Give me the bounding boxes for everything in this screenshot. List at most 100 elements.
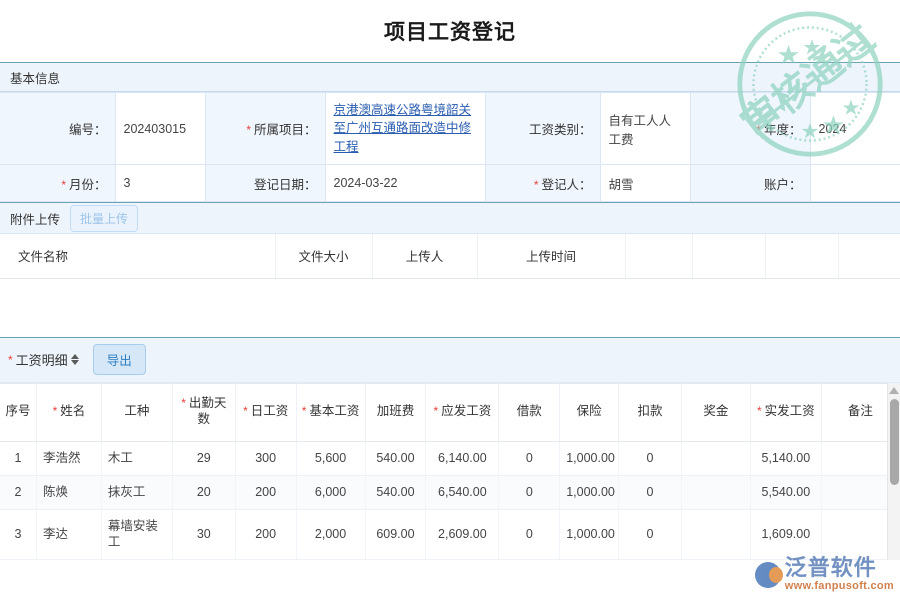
month-value[interactable]: 3 (115, 165, 205, 202)
salary-detail-table: 序号 *姓名 工种 *出勤天数 *日工资 *基本工资 加班费 *应发工资 借款 … (0, 383, 900, 560)
cell-job-type[interactable]: 幕墙安装工 (101, 509, 172, 559)
attachment-col-extra-4 (838, 234, 900, 278)
page-title: 项目工资登记 (384, 16, 516, 46)
cell-daily[interactable]: 200 (235, 509, 296, 559)
col-actual-wage[interactable]: *实发工资 (750, 383, 821, 441)
project-value[interactable]: 京港澳高速公路粤境韶关至广州互通路面改造中修工程 (325, 93, 485, 165)
project-link[interactable]: 京港澳高速公路粤境韶关至广州互通路面改造中修工程 (334, 101, 477, 155)
cell-daily[interactable]: 300 (235, 441, 296, 475)
cell-insurance[interactable]: 1,000.00 (560, 509, 619, 559)
cell-actual[interactable]: 5,540.00 (750, 475, 821, 509)
table-row[interactable]: 1 李浩然 木工 29 300 5,600 540.00 6,140.00 0 … (0, 441, 900, 475)
detail-section-header: * 工资明细 导出 (0, 337, 900, 383)
cell-bonus[interactable] (681, 509, 750, 559)
export-button[interactable]: 导出 (93, 344, 146, 375)
col-bonus[interactable]: 奖金 (681, 383, 750, 441)
attachment-empty-area (0, 279, 900, 337)
table-row[interactable]: 3 李达 幕墙安装工 30 200 2,000 609.00 2,609.00 … (0, 509, 900, 559)
code-value[interactable]: 202403015 (115, 93, 205, 165)
cell-bonus[interactable] (681, 475, 750, 509)
basic-info-form: 编号： 202403015 *所属项目： 京港澳高速公路粤境韶关至广州互通路面改… (0, 92, 900, 202)
cell-name[interactable]: 李浩然 (37, 441, 102, 475)
scroll-up-arrow-icon[interactable] (889, 387, 899, 394)
cell-overtime[interactable]: 609.00 (365, 509, 426, 559)
cell-days[interactable]: 20 (172, 475, 235, 509)
year-label: *年度： (690, 93, 810, 165)
cell-loan[interactable]: 0 (499, 509, 560, 559)
cell-job-type[interactable]: 木工 (101, 441, 172, 475)
detail-header-row: 序号 *姓名 工种 *出勤天数 *日工资 *基本工资 加班费 *应发工资 借款 … (0, 383, 900, 441)
cell-insurance[interactable]: 1,000.00 (560, 475, 619, 509)
registrant-value[interactable]: 胡雪 (600, 165, 690, 202)
attachment-label: 附件上传 (10, 209, 60, 228)
cell-name[interactable]: 陈焕 (37, 475, 102, 509)
required-asterisk: * (61, 178, 66, 192)
watermark-brand-url: www.fanpusoft.com (785, 581, 894, 592)
attachment-col-uploadtime[interactable]: 上传时间 (477, 234, 625, 278)
cell-payable[interactable]: 2,609.00 (426, 509, 499, 559)
col-name[interactable]: *姓名 (37, 383, 102, 441)
cell-deduction[interactable]: 0 (619, 441, 682, 475)
cell-base[interactable]: 2,000 (296, 509, 365, 559)
cell-overtime[interactable]: 540.00 (365, 475, 426, 509)
cell-daily[interactable]: 200 (235, 475, 296, 509)
col-attendance-days[interactable]: *出勤天数 (172, 383, 235, 441)
attachment-section-header: 附件上传 批量上传 (0, 202, 900, 234)
cell-payable[interactable]: 6,140.00 (426, 441, 499, 475)
salary-type-value[interactable]: 自有工人人工费 (600, 93, 690, 165)
detail-label-wrap: * 工资明细 (8, 350, 79, 369)
cell-days[interactable]: 29 (172, 441, 235, 475)
attachment-col-filename[interactable]: 文件名称 (0, 234, 275, 278)
col-overtime-pay[interactable]: 加班费 (365, 383, 426, 441)
col-job-type[interactable]: 工种 (101, 383, 172, 441)
cell-actual[interactable]: 1,609.00 (750, 509, 821, 559)
registrant-label: *登记人： (485, 165, 600, 202)
cell-payable[interactable]: 6,540.00 (426, 475, 499, 509)
col-seq[interactable]: 序号 (0, 383, 37, 441)
month-label: *月份： (0, 165, 115, 202)
scrollbar-thumb[interactable] (890, 399, 899, 485)
account-value[interactable] (810, 165, 900, 202)
attachment-col-uploader[interactable]: 上传人 (372, 234, 477, 278)
detail-vertical-scrollbar[interactable] (887, 383, 900, 560)
reg-date-value[interactable]: 2024-03-22 (325, 165, 485, 202)
project-label: *所属项目： (205, 93, 325, 165)
cell-days[interactable]: 30 (172, 509, 235, 559)
attachment-col-extra-3 (765, 234, 838, 278)
col-insurance[interactable]: 保险 (560, 383, 619, 441)
attachment-col-extra-2 (692, 234, 765, 278)
page-root: 项目工资登记 基本信息 编号： 202403015 *所属项目： 京港澳高速公路… (0, 0, 900, 600)
account-label: 账户： (690, 165, 810, 202)
cell-bonus[interactable] (681, 441, 750, 475)
cell-job-type[interactable]: 抹灰工 (101, 475, 172, 509)
basic-info-section-header: 基本信息 (0, 62, 900, 92)
col-daily-wage[interactable]: *日工资 (235, 383, 296, 441)
required-asterisk: * (246, 123, 251, 137)
cell-actual[interactable]: 5,140.00 (750, 441, 821, 475)
sort-toggle-icon[interactable] (71, 354, 79, 365)
attachment-col-filesize[interactable]: 文件大小 (275, 234, 372, 278)
cell-overtime[interactable]: 540.00 (365, 441, 426, 475)
cell-seq: 3 (0, 509, 37, 559)
detail-label: 工资明细 (16, 350, 68, 369)
year-value[interactable]: 2024 (810, 93, 900, 165)
form-row-1: 编号： 202403015 *所属项目： 京港澳高速公路粤境韶关至广州互通路面改… (0, 93, 900, 165)
cell-loan[interactable]: 0 (499, 441, 560, 475)
col-base-wage[interactable]: *基本工资 (296, 383, 365, 441)
cell-name[interactable]: 李达 (37, 509, 102, 559)
table-row[interactable]: 2 陈焕 抹灰工 20 200 6,000 540.00 6,540.00 0 … (0, 475, 900, 509)
cell-base[interactable]: 5,600 (296, 441, 365, 475)
attachment-table: 文件名称 文件大小 上传人 上传时间 (0, 234, 900, 279)
cell-deduction[interactable]: 0 (619, 475, 682, 509)
batch-upload-button[interactable]: 批量上传 (70, 205, 138, 232)
col-deduction[interactable]: 扣款 (619, 383, 682, 441)
col-loan[interactable]: 借款 (499, 383, 560, 441)
cell-seq: 2 (0, 475, 37, 509)
col-payable-wage[interactable]: *应发工资 (426, 383, 499, 441)
attachment-col-extra-1 (625, 234, 692, 278)
cell-loan[interactable]: 0 (499, 475, 560, 509)
cell-insurance[interactable]: 1,000.00 (560, 441, 619, 475)
cell-base[interactable]: 6,000 (296, 475, 365, 509)
watermark-text: 泛普软件 www.fanpusoft.com (785, 557, 894, 592)
cell-deduction[interactable]: 0 (619, 509, 682, 559)
